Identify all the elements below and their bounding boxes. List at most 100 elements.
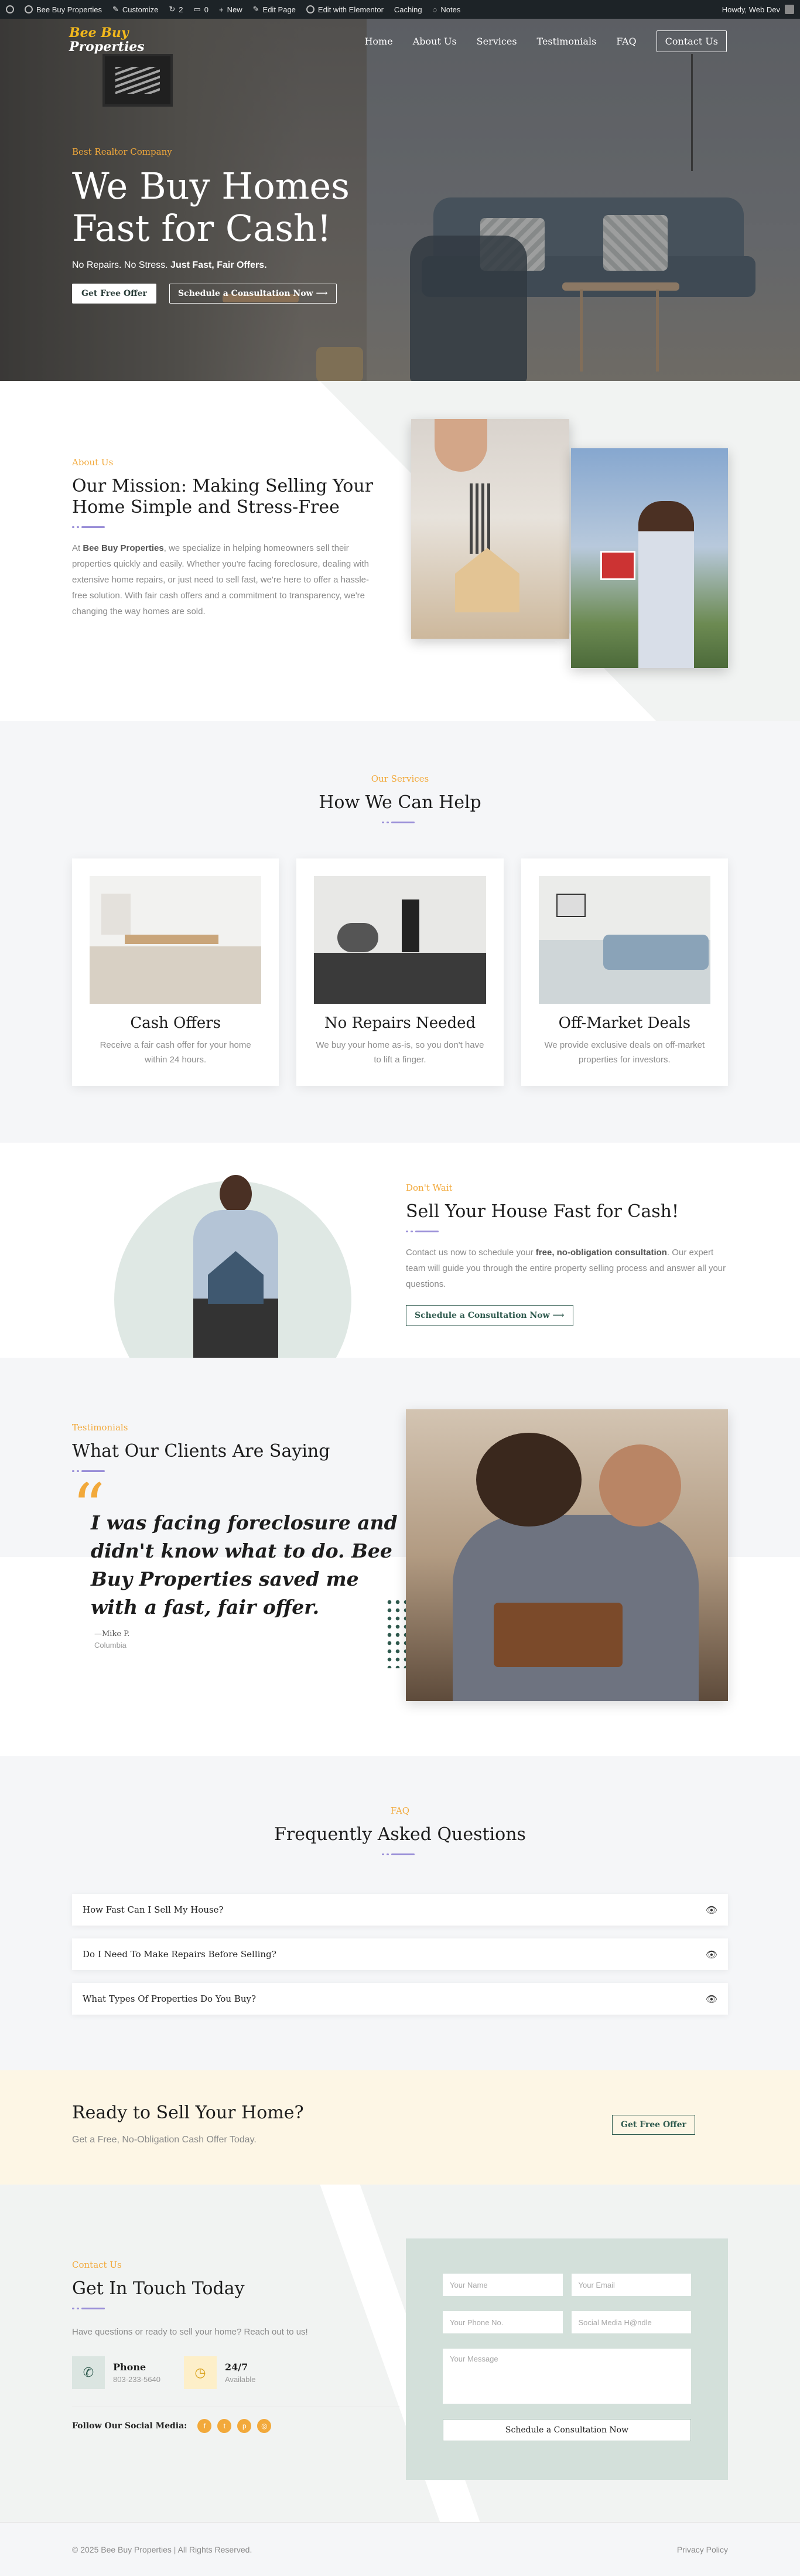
elementor-icon (306, 5, 314, 13)
about-paragraph: At Bee Buy Properties, we specialize in … (72, 543, 370, 616)
nav-about-us[interactable]: About Us (413, 36, 457, 47)
message-field[interactable]: Your Message (443, 2349, 691, 2404)
admin-new-link[interactable]: + New (219, 5, 242, 14)
availability-info: ◷ 24/7 Available (183, 2356, 256, 2389)
sell-text: Don't Wait Sell Your House Fast for Cash… (406, 1183, 734, 1326)
schedule-consultation-button[interactable]: Schedule a Consultation Now ⟶ (169, 284, 337, 304)
cta-subtitle: Get a Free, No-Obligation Cash Offer Tod… (72, 2135, 257, 2145)
title-divider (406, 1231, 442, 1233)
admin-elementor-link[interactable]: Edit with Elementor (306, 5, 384, 14)
services-eyebrow: Our Services (371, 774, 429, 784)
home-icon (25, 5, 33, 13)
name-field[interactable]: Your Name (443, 2274, 563, 2296)
about-section: About Us Our Mission: Making Selling You… (0, 381, 800, 721)
nav-faq[interactable]: FAQ (616, 36, 636, 47)
clock-icon: ◷ (183, 2356, 217, 2389)
faq-section: FAQ Frequently Asked Questions How Fast … (0, 1756, 800, 2070)
avatar (785, 5, 794, 14)
admin-comments-link[interactable]: ▭ 0 (193, 5, 208, 14)
service-card-no-repairs: No Repairs Needed We buy your home as-is… (296, 858, 504, 1086)
pinterest-icon[interactable]: p (237, 2419, 252, 2433)
nav-services[interactable]: Services (477, 36, 517, 47)
sell-fast-section: Don't Wait Sell Your House Fast for Cash… (0, 1143, 800, 1358)
plus-icon: + (219, 5, 224, 14)
title-divider (382, 822, 418, 824)
admin-notes-link[interactable]: ◌ Notes (433, 5, 461, 14)
service-card-title: Cash Offers (130, 1014, 221, 1032)
email-field[interactable]: Your Email (571, 2274, 691, 2296)
dining-room-image (90, 876, 262, 1004)
hero-section: Best Realtor Company We Buy Homes Fast f… (0, 19, 800, 381)
wordpress-icon[interactable] (6, 5, 14, 13)
twitter-icon[interactable]: t (217, 2419, 232, 2433)
living-room-image (538, 876, 710, 1004)
sell-schedule-consultation-button[interactable]: Schedule a Consultation Now ⟶ (406, 1305, 573, 1326)
social-handle-field[interactable]: Social Media H@ndle (571, 2311, 691, 2333)
contact-subtitle: Have questions or ready to sell your hom… (72, 2327, 308, 2337)
testimonials-section: Testimonials What Our Clients Are Saying… (0, 1358, 800, 1756)
instagram-icon[interactable]: ◎ (257, 2419, 272, 2433)
testimonials-eyebrow: Testimonials (72, 1422, 128, 1433)
service-card-title: Off-Market Deals (558, 1014, 691, 1032)
cta-banner: Ready to Sell Your Home? Get a Free, No-… (0, 2070, 800, 2185)
nav-testimonials[interactable]: Testimonials (537, 36, 597, 47)
site-footer: © 2025 Bee Buy Properties | All Rights R… (0, 2522, 800, 2576)
contact-title: Get In Touch Today (72, 2278, 245, 2299)
testimonial-text: Testimonials What Our Clients Are Saying… (72, 1422, 400, 1650)
hero-buttons: Get Free Offer Schedule a Consultation N… (72, 284, 350, 304)
phone-field[interactable]: Your Phone No. (443, 2311, 563, 2333)
service-card-text: We provide exclusive deals on off-market… (544, 1040, 705, 1065)
phone-info[interactable]: ✆ Phone 803-233-5640 (72, 2356, 160, 2389)
service-card-off-market: Off-Market Deals We provide exclusive de… (521, 858, 728, 1086)
testimonials-title: What Our Clients Are Saying (72, 1441, 330, 1461)
nav-home[interactable]: Home (364, 36, 392, 47)
admin-account[interactable]: Howdy, Web Dev (722, 5, 794, 14)
pencil-icon: ✎ (252, 5, 259, 13)
hero-content: Best Realtor Company We Buy Homes Fast f… (72, 146, 350, 304)
service-card-text: Receive a fair cash offer for your home … (100, 1040, 251, 1065)
contact-form: Your Name Your Email Your Phone No. Soci… (406, 2238, 728, 2480)
eye-icon[interactable]: 👁 (706, 1949, 717, 1960)
site-logo[interactable]: Bee Buy Properties (69, 26, 145, 54)
comment-icon: ▭ (193, 5, 201, 13)
brush-icon: ✎ (112, 5, 119, 13)
faq-list: How Fast Can I Sell My House? 👁 Do I Nee… (72, 1894, 728, 2028)
get-free-offer-button[interactable]: Get Free Offer (72, 284, 156, 304)
admin-edit-page-link[interactable]: ✎ Edit Page (253, 5, 296, 14)
title-divider (72, 526, 108, 529)
eye-icon[interactable]: 👁 (706, 1994, 717, 2005)
privacy-policy-link[interactable]: Privacy Policy (677, 2545, 728, 2554)
admin-updates-link[interactable]: ↻ 2 (169, 5, 183, 14)
faq-item[interactable]: How Fast Can I Sell My House? 👁 (72, 1894, 728, 1926)
faq-item[interactable]: Do I Need To Make Repairs Before Selling… (72, 1938, 728, 1970)
services-section: Our Services How We Can Help Cash Offers… (0, 721, 800, 1143)
site-header: Bee Buy Properties Home About Us Service… (0, 19, 800, 71)
title-divider (382, 1853, 418, 1856)
agent-holding-house-image (187, 1175, 284, 1358)
admin-caching-link[interactable]: Caching (394, 5, 422, 14)
cta-get-free-offer-button[interactable]: Get Free Offer (612, 2115, 695, 2135)
faq-eyebrow: FAQ (390, 1805, 410, 1816)
main-menu: Home About Us Services Testimonials FAQ … (364, 30, 727, 52)
realtor-sold-sign-image (571, 448, 728, 668)
about-text: About Us Our Mission: Making Selling You… (72, 457, 382, 619)
admin-site-link[interactable]: Bee Buy Properties (25, 5, 102, 14)
eye-icon[interactable]: 👁 (706, 1904, 717, 1916)
admin-customize-link[interactable]: ✎ Customize (112, 5, 158, 14)
testimonial-quote: I was facing foreclosure and didn't know… (91, 1511, 398, 1618)
contact-details: ✆ Phone 803-233-5640 ◷ 24/7 Available (72, 2356, 400, 2389)
title-divider (72, 2308, 108, 2310)
service-card-cash-offers: Cash Offers Receive a fair cash offer fo… (72, 858, 279, 1086)
facebook-icon[interactable]: f (197, 2419, 212, 2433)
social-links: Follow Our Social Media: f t p ◎ (72, 2407, 400, 2433)
hero-title: We Buy Homes Fast for Cash! (72, 165, 350, 250)
about-title: Our Mission: Making Selling Your Home Si… (72, 476, 374, 517)
nav-contact-us-button[interactable]: Contact Us (656, 30, 727, 52)
speech-bubble-icon: ◌ (432, 5, 437, 14)
hero-eyebrow: Best Realtor Company (72, 146, 172, 157)
submit-consultation-button[interactable]: Schedule a Consultation Now (443, 2419, 691, 2441)
contact-section: Contact Us Get In Touch Today Have quest… (0, 2185, 800, 2522)
faq-item[interactable]: What Types Of Properties Do You Buy? 👁 (72, 1983, 728, 2015)
admin-bar: Bee Buy Properties ✎ Customize ↻ 2 ▭ 0 + New… (0, 0, 800, 19)
services-title: How We Can Help (319, 792, 481, 813)
